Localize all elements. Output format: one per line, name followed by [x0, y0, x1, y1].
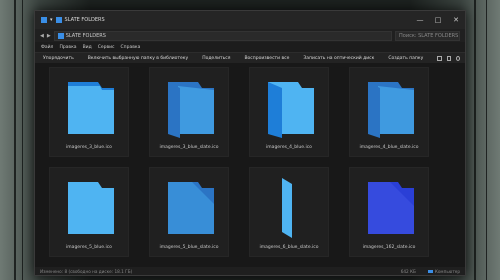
- minimize-button[interactable]: —: [411, 11, 429, 29]
- menu-view[interactable]: Вид: [83, 45, 92, 50]
- view-options-icon[interactable]: [437, 56, 442, 61]
- explorer-window: ▾ SLATE FOLDERS — □ ✕ ◀ ▶ SLATE FOLDERS …: [34, 10, 466, 276]
- menu-bar: Файл Правка Вид Сервис Справка: [35, 42, 465, 52]
- status-bar: Изменено: 8 (свободно на диске: 18.1 ГБ)…: [35, 267, 465, 275]
- file-item[interactable]: imageres_162_slate.ico: [349, 167, 429, 257]
- status-size: 642 КБ: [400, 268, 416, 274]
- search-input[interactable]: Поиск: SLATE FOLDERS: [395, 30, 460, 41]
- folder-slate-icon: [168, 182, 214, 234]
- preview-pane-icon[interactable]: [446, 56, 451, 61]
- file-item[interactable]: imageres_5_blue.ico: [49, 167, 129, 257]
- status-location: Компьютер: [434, 268, 460, 274]
- folder-icon: [68, 82, 114, 134]
- file-name: imageres_3_blue_slate.ico: [159, 145, 219, 150]
- include-in-library-button[interactable]: Включить выбранную папку в библиотеку: [88, 56, 188, 61]
- file-name: imageres_5_blue_slate.ico: [159, 245, 219, 250]
- help-icon[interactable]: [455, 56, 461, 61]
- play-all-button[interactable]: Воспроизвести все: [244, 56, 289, 61]
- close-button[interactable]: ✕: [447, 11, 465, 29]
- file-item[interactable]: imageres_5_blue_slate.ico: [149, 167, 229, 257]
- breadcrumb[interactable]: SLATE FOLDERS: [53, 30, 392, 41]
- file-name: imageres_3_blue.ico: [66, 145, 112, 150]
- menu-edit[interactable]: Правка: [59, 45, 76, 50]
- menu-tools[interactable]: Сервис: [98, 45, 115, 50]
- file-item[interactable]: imageres_4_blue.ico: [249, 67, 329, 157]
- file-name: imageres_5_blue.ico: [66, 245, 112, 250]
- folder-icon: [55, 17, 62, 23]
- file-item[interactable]: imageres_4_blue_slate.ico: [349, 67, 429, 157]
- maximize-button[interactable]: □: [429, 11, 447, 29]
- computer-icon: [427, 269, 433, 273]
- window-title: SLATE FOLDERS: [64, 17, 105, 23]
- forward-arrow-icon[interactable]: ▶: [47, 33, 51, 39]
- folder-icon: [68, 182, 114, 234]
- file-name: imageres_162_slate.ico: [362, 245, 416, 250]
- folder-slate-icon: [368, 182, 414, 234]
- file-item[interactable]: imageres_3_blue.ico: [49, 67, 129, 157]
- search-placeholder: Поиск: SLATE FOLDERS: [399, 32, 459, 39]
- folder-slate-icon: [368, 82, 414, 138]
- file-name: imageres_4_blue_slate.ico: [359, 145, 419, 150]
- file-name: imageres_6_blue_slate.ico: [259, 245, 319, 250]
- folder-icon: [57, 32, 64, 39]
- back-arrow-icon[interactable]: ◀: [40, 33, 44, 39]
- file-grid: imageres_3_blue.ico imageres_3_blue_slat…: [35, 63, 465, 267]
- menu-file[interactable]: Файл: [41, 45, 53, 50]
- address-bar: ◀ ▶ SLATE FOLDERS Поиск: SLATE FOLDERS: [35, 29, 465, 42]
- file-item[interactable]: imageres_6_blue_slate.ico: [249, 167, 329, 257]
- share-button[interactable]: Поделиться: [202, 56, 230, 61]
- menu-help[interactable]: Справка: [121, 45, 141, 50]
- dropdown-icon[interactable]: ▾: [50, 17, 53, 23]
- file-item[interactable]: imageres_3_blue_slate.ico: [149, 67, 229, 157]
- folder-icon: [41, 17, 47, 23]
- breadcrumb-item[interactable]: SLATE FOLDERS: [66, 33, 106, 39]
- folder-icon: [282, 178, 292, 238]
- file-name: imageres_4_blue.ico: [266, 145, 312, 150]
- organize-button[interactable]: Упорядочить: [43, 56, 74, 61]
- burn-button[interactable]: Записать на оптический диск: [303, 56, 374, 61]
- title-bar: ▾ SLATE FOLDERS — □ ✕: [35, 11, 465, 29]
- status-text: Изменено: 8 (свободно на диске: 18.1 ГБ): [40, 268, 133, 274]
- folder-icon: [268, 82, 314, 138]
- folder-slate-icon: [168, 82, 214, 138]
- new-folder-button[interactable]: Создать папку: [388, 56, 423, 61]
